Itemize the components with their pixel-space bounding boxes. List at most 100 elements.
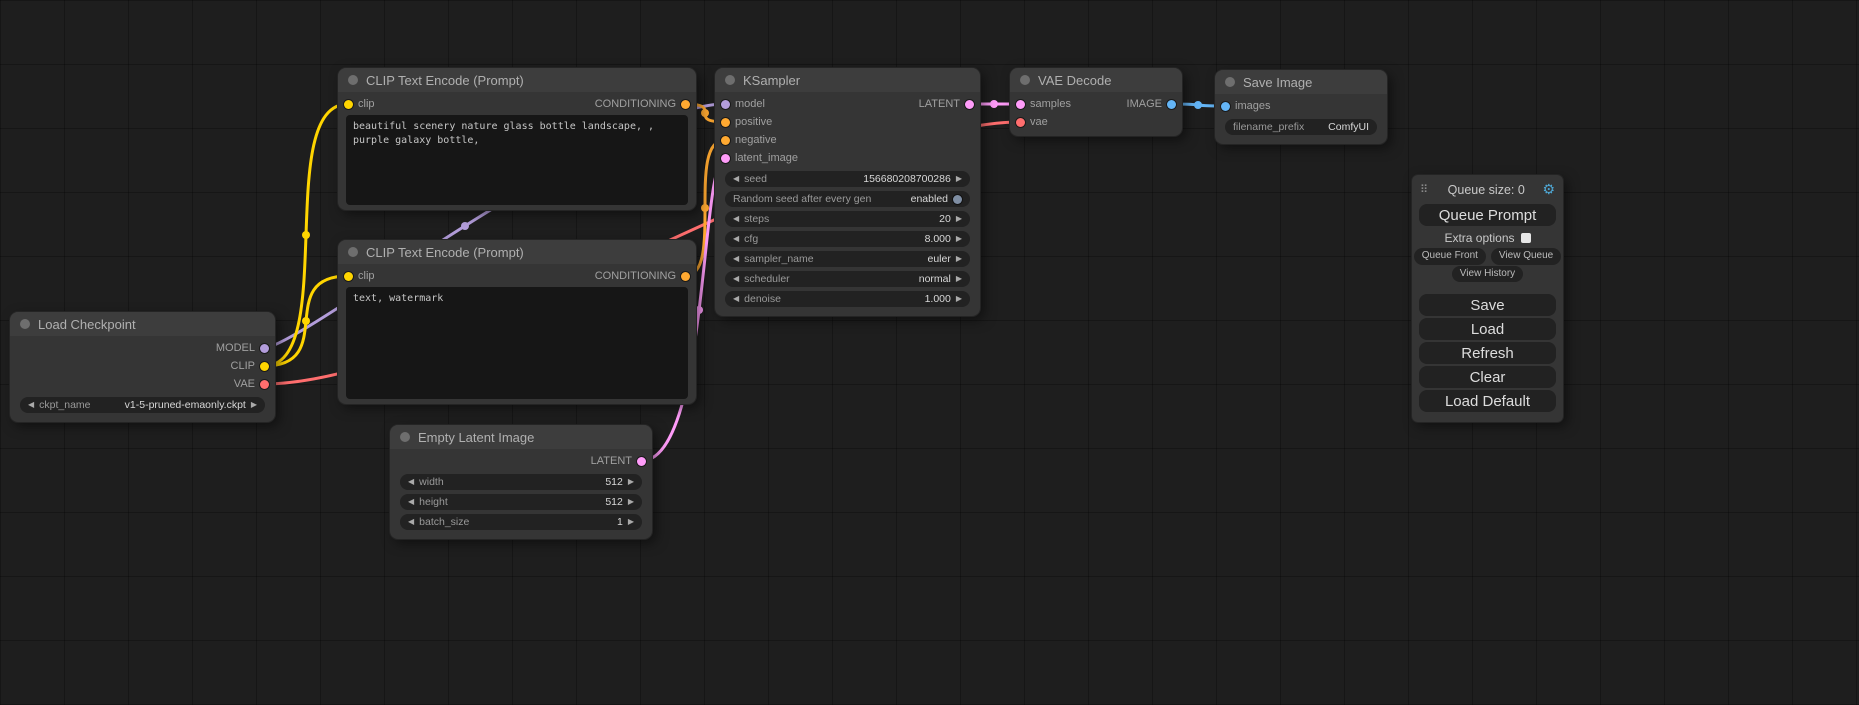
node-empty-latent-image[interactable]: Empty Latent Image LATENT ◀ width 512 ▶ … xyxy=(390,425,652,539)
input-port-samples[interactable] xyxy=(1016,100,1025,109)
widget-scheduler[interactable]: ◀ scheduler normal ▶ xyxy=(725,271,970,287)
widget-filename-prefix[interactable]: filename_prefix ComfyUI xyxy=(1225,119,1377,135)
node-titlebar[interactable]: KSampler xyxy=(715,68,980,92)
decrement-icon[interactable]: ◀ xyxy=(28,401,34,409)
increment-icon[interactable]: ▶ xyxy=(628,518,634,526)
node-vae-decode[interactable]: VAE Decode samples IMAGE vae xyxy=(1010,68,1182,136)
output-port-latent[interactable] xyxy=(965,100,974,109)
queue-size-label: Queue size: 0 xyxy=(1434,183,1538,197)
widget-label: width xyxy=(419,476,444,488)
decrement-icon[interactable]: ◀ xyxy=(733,235,739,243)
collapse-dot-icon[interactable] xyxy=(725,75,735,85)
widget-denoise[interactable]: ◀ denoise 1.000 ▶ xyxy=(725,291,970,307)
increment-icon[interactable]: ▶ xyxy=(956,295,962,303)
input-port-latent-image[interactable] xyxy=(721,154,730,163)
extra-options-checkbox[interactable] xyxy=(1521,233,1531,243)
input-port-images[interactable] xyxy=(1221,102,1230,111)
output-port-conditioning[interactable] xyxy=(681,272,690,281)
widget-ckpt-name[interactable]: ◀ ckpt_name v1-5-pruned-emaonly.ckpt ▶ xyxy=(20,397,265,413)
input-label-clip: clip xyxy=(358,270,375,282)
node-titlebar[interactable]: CLIP Text Encode (Prompt) xyxy=(338,240,696,264)
node-clip-text-encode-positive[interactable]: CLIP Text Encode (Prompt) clip CONDITION… xyxy=(338,68,696,210)
input-port-vae[interactable] xyxy=(1016,118,1025,127)
output-label-image: IMAGE xyxy=(1127,98,1162,110)
widget-width[interactable]: ◀ width 512 ▶ xyxy=(400,474,642,490)
widget-seed[interactable]: ◀ seed 156680208700286 ▶ xyxy=(725,171,970,187)
increment-icon[interactable]: ▶ xyxy=(628,498,634,506)
refresh-button[interactable]: Refresh xyxy=(1419,342,1556,364)
increment-icon[interactable]: ▶ xyxy=(628,478,634,486)
load-button[interactable]: Load xyxy=(1419,318,1556,340)
collapse-dot-icon[interactable] xyxy=(348,75,358,85)
increment-icon[interactable]: ▶ xyxy=(956,255,962,263)
node-titlebar[interactable]: Load Checkpoint xyxy=(10,312,275,336)
decrement-icon[interactable]: ◀ xyxy=(733,275,739,283)
prompt-textarea[interactable]: beautiful scenery nature glass bottle la… xyxy=(346,115,688,205)
input-port-model[interactable] xyxy=(721,100,730,109)
decrement-icon[interactable]: ◀ xyxy=(733,295,739,303)
increment-icon[interactable]: ▶ xyxy=(251,401,257,409)
widget-control-after-generate[interactable]: Random seed after every gen enabled xyxy=(725,191,970,207)
link-dot xyxy=(1194,101,1202,109)
widget-label: filename_prefix xyxy=(1233,121,1304,133)
graph-canvas[interactable]: Load Checkpoint MODEL CLIP VAE xyxy=(0,0,1859,705)
decrement-icon[interactable]: ◀ xyxy=(408,518,414,526)
decrement-icon[interactable]: ◀ xyxy=(733,215,739,223)
link-dot xyxy=(701,204,709,212)
output-label-conditioning: CONDITIONING xyxy=(595,98,676,110)
node-titlebar[interactable]: Empty Latent Image xyxy=(390,425,652,449)
node-titlebar[interactable]: VAE Decode xyxy=(1010,68,1182,92)
increment-icon[interactable]: ▶ xyxy=(956,215,962,223)
queue-prompt-button[interactable]: Queue Prompt xyxy=(1419,204,1556,226)
output-port-vae[interactable] xyxy=(260,380,269,389)
link-dot xyxy=(302,231,310,239)
drag-handle-icon[interactable]: ⠿ xyxy=(1420,183,1428,196)
widget-cfg[interactable]: ◀ cfg 8.000 ▶ xyxy=(725,231,970,247)
output-port-conditioning[interactable] xyxy=(681,100,690,109)
clear-button[interactable]: Clear xyxy=(1419,366,1556,388)
widget-height[interactable]: ◀ height 512 ▶ xyxy=(400,494,642,510)
node-clip-text-encode-negative[interactable]: CLIP Text Encode (Prompt) clip CONDITION… xyxy=(338,240,696,404)
decrement-icon[interactable]: ◀ xyxy=(733,175,739,183)
widget-steps[interactable]: ◀ steps 20 ▶ xyxy=(725,211,970,227)
input-port-clip[interactable] xyxy=(344,272,353,281)
decrement-icon[interactable]: ◀ xyxy=(733,255,739,263)
node-save-image[interactable]: Save Image images filename_prefix ComfyU… xyxy=(1215,70,1387,144)
collapse-dot-icon[interactable] xyxy=(1020,75,1030,85)
input-port-positive[interactable] xyxy=(721,118,730,127)
output-label-latent: LATENT xyxy=(591,455,632,467)
output-port-image[interactable] xyxy=(1167,100,1176,109)
collapse-dot-icon[interactable] xyxy=(1225,77,1235,87)
increment-icon[interactable]: ▶ xyxy=(956,275,962,283)
decrement-icon[interactable]: ◀ xyxy=(408,498,414,506)
collapse-dot-icon[interactable] xyxy=(348,247,358,257)
increment-icon[interactable]: ▶ xyxy=(956,175,962,183)
decrement-icon[interactable]: ◀ xyxy=(408,478,414,486)
output-port-clip[interactable] xyxy=(260,362,269,371)
input-port-clip[interactable] xyxy=(344,100,353,109)
input-port-negative[interactable] xyxy=(721,136,730,145)
queue-front-button[interactable]: Queue Front xyxy=(1414,248,1486,265)
settings-gear-icon[interactable]: ⚙ xyxy=(1542,181,1555,198)
node-load-checkpoint[interactable]: Load Checkpoint MODEL CLIP VAE xyxy=(10,312,275,422)
output-port-model[interactable] xyxy=(260,344,269,353)
node-title-text: Save Image xyxy=(1243,75,1312,90)
toggle-dot[interactable] xyxy=(953,195,962,204)
node-title-text: Empty Latent Image xyxy=(418,430,534,445)
save-button[interactable]: Save xyxy=(1419,294,1556,316)
queue-menu-panel: ⠿ Queue size: 0 ⚙ Queue Prompt Extra opt… xyxy=(1412,175,1563,422)
load-default-button[interactable]: Load Default xyxy=(1419,390,1556,412)
increment-icon[interactable]: ▶ xyxy=(956,235,962,243)
collapse-dot-icon[interactable] xyxy=(400,432,410,442)
view-queue-button[interactable]: View Queue xyxy=(1491,248,1561,265)
widget-batch-size[interactable]: ◀ batch_size 1 ▶ xyxy=(400,514,642,530)
widget-sampler-name[interactable]: ◀ sampler_name euler ▶ xyxy=(725,251,970,267)
node-titlebar[interactable]: Save Image xyxy=(1215,70,1387,94)
node-titlebar[interactable]: CLIP Text Encode (Prompt) xyxy=(338,68,696,92)
collapse-dot-icon[interactable] xyxy=(20,319,30,329)
widget-value: enabled xyxy=(911,193,948,205)
prompt-textarea[interactable]: text, watermark xyxy=(346,287,688,399)
node-ksampler[interactable]: KSampler model LATENT positive xyxy=(715,68,980,316)
view-history-button[interactable]: View History xyxy=(1452,266,1523,283)
output-port-latent[interactable] xyxy=(637,457,646,466)
